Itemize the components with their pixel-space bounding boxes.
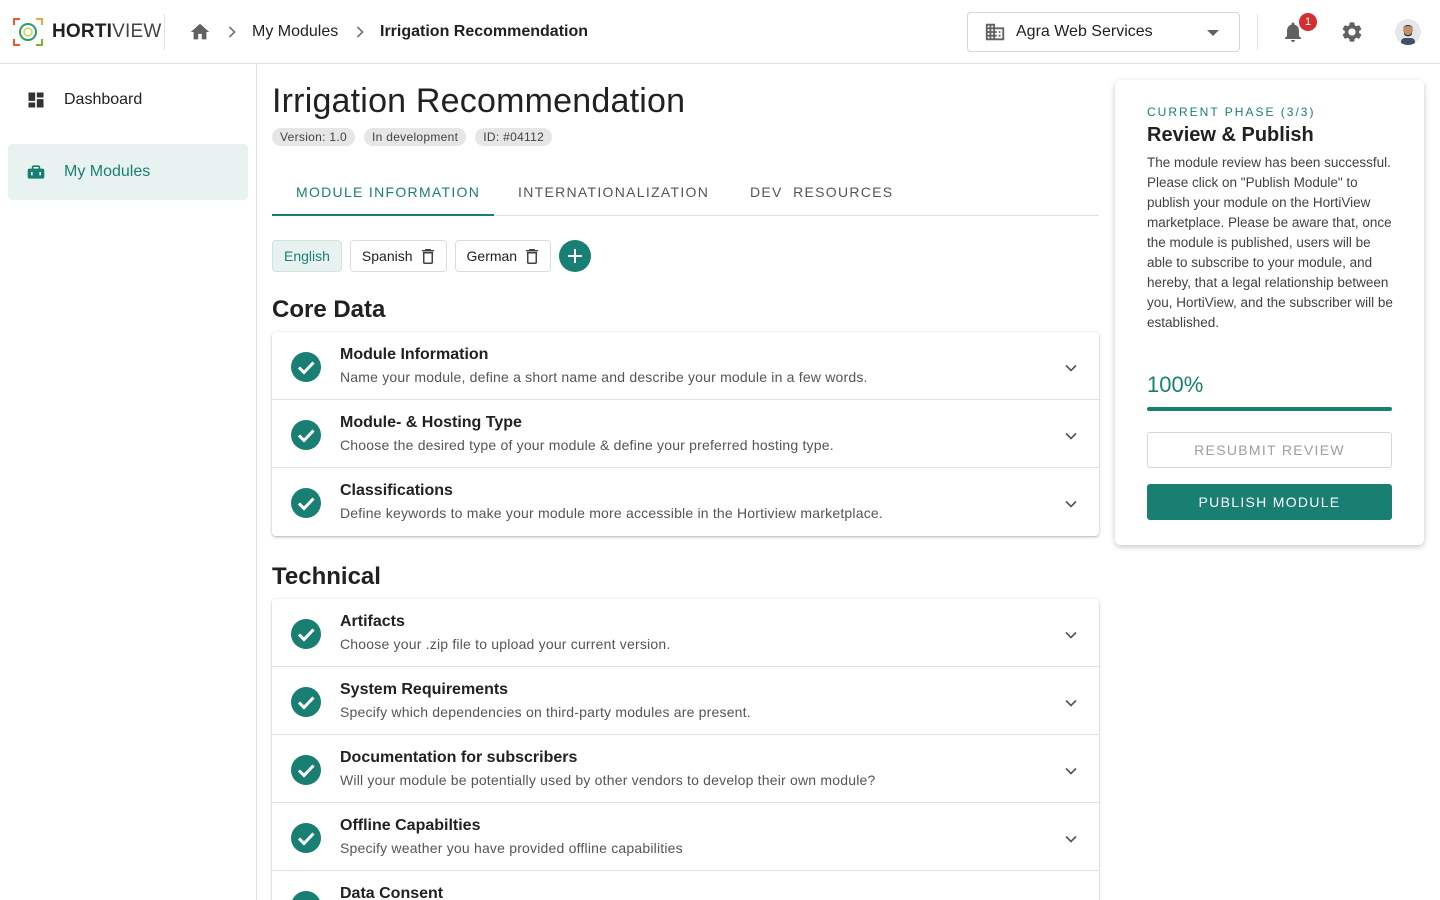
chevron-down-icon[interactable]: [1061, 625, 1081, 645]
chevron-down-icon[interactable]: [1061, 829, 1081, 849]
check-circle-icon: [292, 891, 320, 900]
breadcrumb-my-modules[interactable]: My Modules: [252, 22, 338, 42]
notification-badge: 1: [1299, 13, 1317, 31]
check-circle-icon: [291, 420, 321, 450]
list-item[interactable]: Module Information Name your module, def…: [272, 332, 1099, 400]
progress-fill: [1147, 407, 1392, 411]
language-chip-german[interactable]: German: [454, 240, 552, 272]
top-bar: HORTIVIEW My Modules Irrigation Recommen…: [0, 0, 1440, 64]
list-item[interactable]: Module- & Hosting Type Choose the desire…: [272, 400, 1099, 468]
sidebar: Dashboard My Modules: [0, 64, 257, 900]
avatar[interactable]: [1395, 19, 1421, 45]
version-chip: Version: 1.0: [272, 128, 355, 146]
sidebar-item-dashboard[interactable]: Dashboard: [8, 72, 248, 128]
row-title: Documentation for subscribers: [340, 749, 578, 766]
section-title-technical: Technical: [272, 563, 381, 590]
tab-internationalization[interactable]: INTERNATIONALIZATION: [518, 168, 709, 216]
core-data-card: Module Information Name your module, def…: [272, 332, 1099, 536]
language-label: Spanish: [361, 248, 413, 264]
check-circle-icon: [291, 823, 321, 853]
chevron-right-icon: [356, 26, 364, 38]
row-description: Choose your .zip file to upload your cur…: [340, 636, 671, 652]
gear-icon[interactable]: [1340, 20, 1364, 44]
chevron-down-icon[interactable]: [1061, 358, 1081, 378]
page-title: Irrigation Recommendation: [272, 82, 686, 120]
row-title: Module- & Hosting Type: [340, 414, 522, 431]
sidebar-item-label: Dashboard: [64, 91, 143, 108]
row-description: Specify which dependencies on third-part…: [340, 704, 751, 720]
phase-label: CURRENT PHASE (3/3): [1147, 105, 1316, 119]
list-item[interactable]: System Requirements Specify which depend…: [272, 667, 1099, 735]
id-chip: ID: #04112: [475, 128, 553, 146]
trash-icon[interactable]: [421, 248, 435, 264]
organization-name: Agra Web Services: [1016, 23, 1153, 40]
chevron-right-icon: [228, 26, 236, 38]
chevron-down-icon[interactable]: [1061, 761, 1081, 781]
chevron-down-icon[interactable]: [1061, 426, 1081, 446]
resubmit-review-button[interactable]: RESUBMIT REVIEW: [1147, 432, 1392, 468]
active-tab-indicator: [272, 214, 494, 216]
list-item[interactable]: Offline Capabilties Specify weather you …: [272, 803, 1099, 871]
logo-text: HORTIVIEW: [52, 21, 162, 42]
row-title: Data Consent: [340, 885, 444, 900]
dashboard-icon: [28, 92, 44, 108]
add-language-button[interactable]: [559, 240, 592, 272]
module-meta: Version: 1.0 In development ID: #04112: [272, 128, 553, 146]
check-circle-icon: [291, 488, 321, 518]
divider: [1257, 14, 1258, 50]
logo-mark-icon: [13, 18, 43, 46]
progress-bar: [1147, 407, 1392, 411]
list-item[interactable]: Documentation for subscribers Will your …: [272, 735, 1099, 803]
row-title: Classifications: [340, 482, 453, 499]
row-description: Specify weather you have provided offlin…: [340, 840, 683, 856]
check-circle-icon: [291, 755, 321, 785]
row-description: Name your module, define a short name an…: [340, 369, 868, 385]
row-title: Artifacts: [340, 613, 405, 630]
status-badge: In development: [363, 128, 467, 146]
sidebar-item-my-modules[interactable]: My Modules: [8, 144, 248, 200]
language-chip-english[interactable]: English: [272, 240, 342, 272]
trash-icon[interactable]: [525, 248, 539, 264]
language-label: English: [284, 248, 330, 264]
row-description: Define keywords to make your module more…: [340, 505, 883, 521]
chevron-down-icon[interactable]: [1061, 494, 1081, 514]
check-circle-icon: [291, 352, 321, 382]
home-icon[interactable]: [189, 21, 211, 43]
row-title: Module Information: [340, 346, 489, 363]
row-description: Will your module be potentially used by …: [340, 772, 876, 788]
toolbox-icon: [27, 165, 45, 179]
breadcrumb-current: Irrigation Recommendation: [380, 23, 589, 40]
row-title: Offline Capabilties: [340, 817, 481, 834]
main-content: Irrigation Recommendation Version: 1.0 I…: [272, 64, 1099, 900]
divider: [164, 14, 165, 50]
tab-bar: MODULE INFORMATION INTERNATIONALIZATION …: [272, 168, 1099, 216]
progress-percent: 100%: [1147, 372, 1204, 397]
language-chips: English Spanish German: [272, 240, 592, 272]
phase-card: CURRENT PHASE (3/3) Review & Publish The…: [1115, 80, 1424, 545]
row-description: Choose the desired type of your module &…: [340, 437, 834, 453]
section-title-core-data: Core Data: [272, 296, 386, 323]
tab-dev-resources[interactable]: DEV RESOURCES: [750, 168, 893, 216]
check-circle-icon: [291, 619, 321, 649]
building-icon: [985, 23, 1005, 41]
row-title: System Requirements: [340, 681, 509, 698]
list-item[interactable]: Classifications Define keywords to make …: [272, 468, 1099, 536]
language-chip-spanish[interactable]: Spanish: [349, 240, 447, 272]
phase-title: Review & Publish: [1147, 124, 1314, 146]
phase-description: The module review has been successful. P…: [1147, 155, 1393, 330]
list-item[interactable]: Data Consent: [272, 871, 1099, 900]
publish-module-button[interactable]: PUBLISH MODULE: [1147, 484, 1392, 520]
language-label: German: [466, 248, 518, 264]
organization-select[interactable]: Agra Web Services: [967, 12, 1240, 52]
chevron-down-icon[interactable]: [1061, 693, 1081, 713]
sidebar-item-label: My Modules: [64, 163, 151, 180]
tab-module-information[interactable]: MODULE INFORMATION: [296, 168, 480, 216]
caret-down-icon: [1207, 30, 1219, 36]
technical-card: Artifacts Choose your .zip file to uploa…: [272, 599, 1099, 900]
check-circle-icon: [291, 687, 321, 717]
hortiview-logo[interactable]: HORTIVIEW: [12, 16, 161, 48]
list-item[interactable]: Artifacts Choose your .zip file to uploa…: [272, 599, 1099, 667]
plus-icon: [568, 249, 583, 263]
